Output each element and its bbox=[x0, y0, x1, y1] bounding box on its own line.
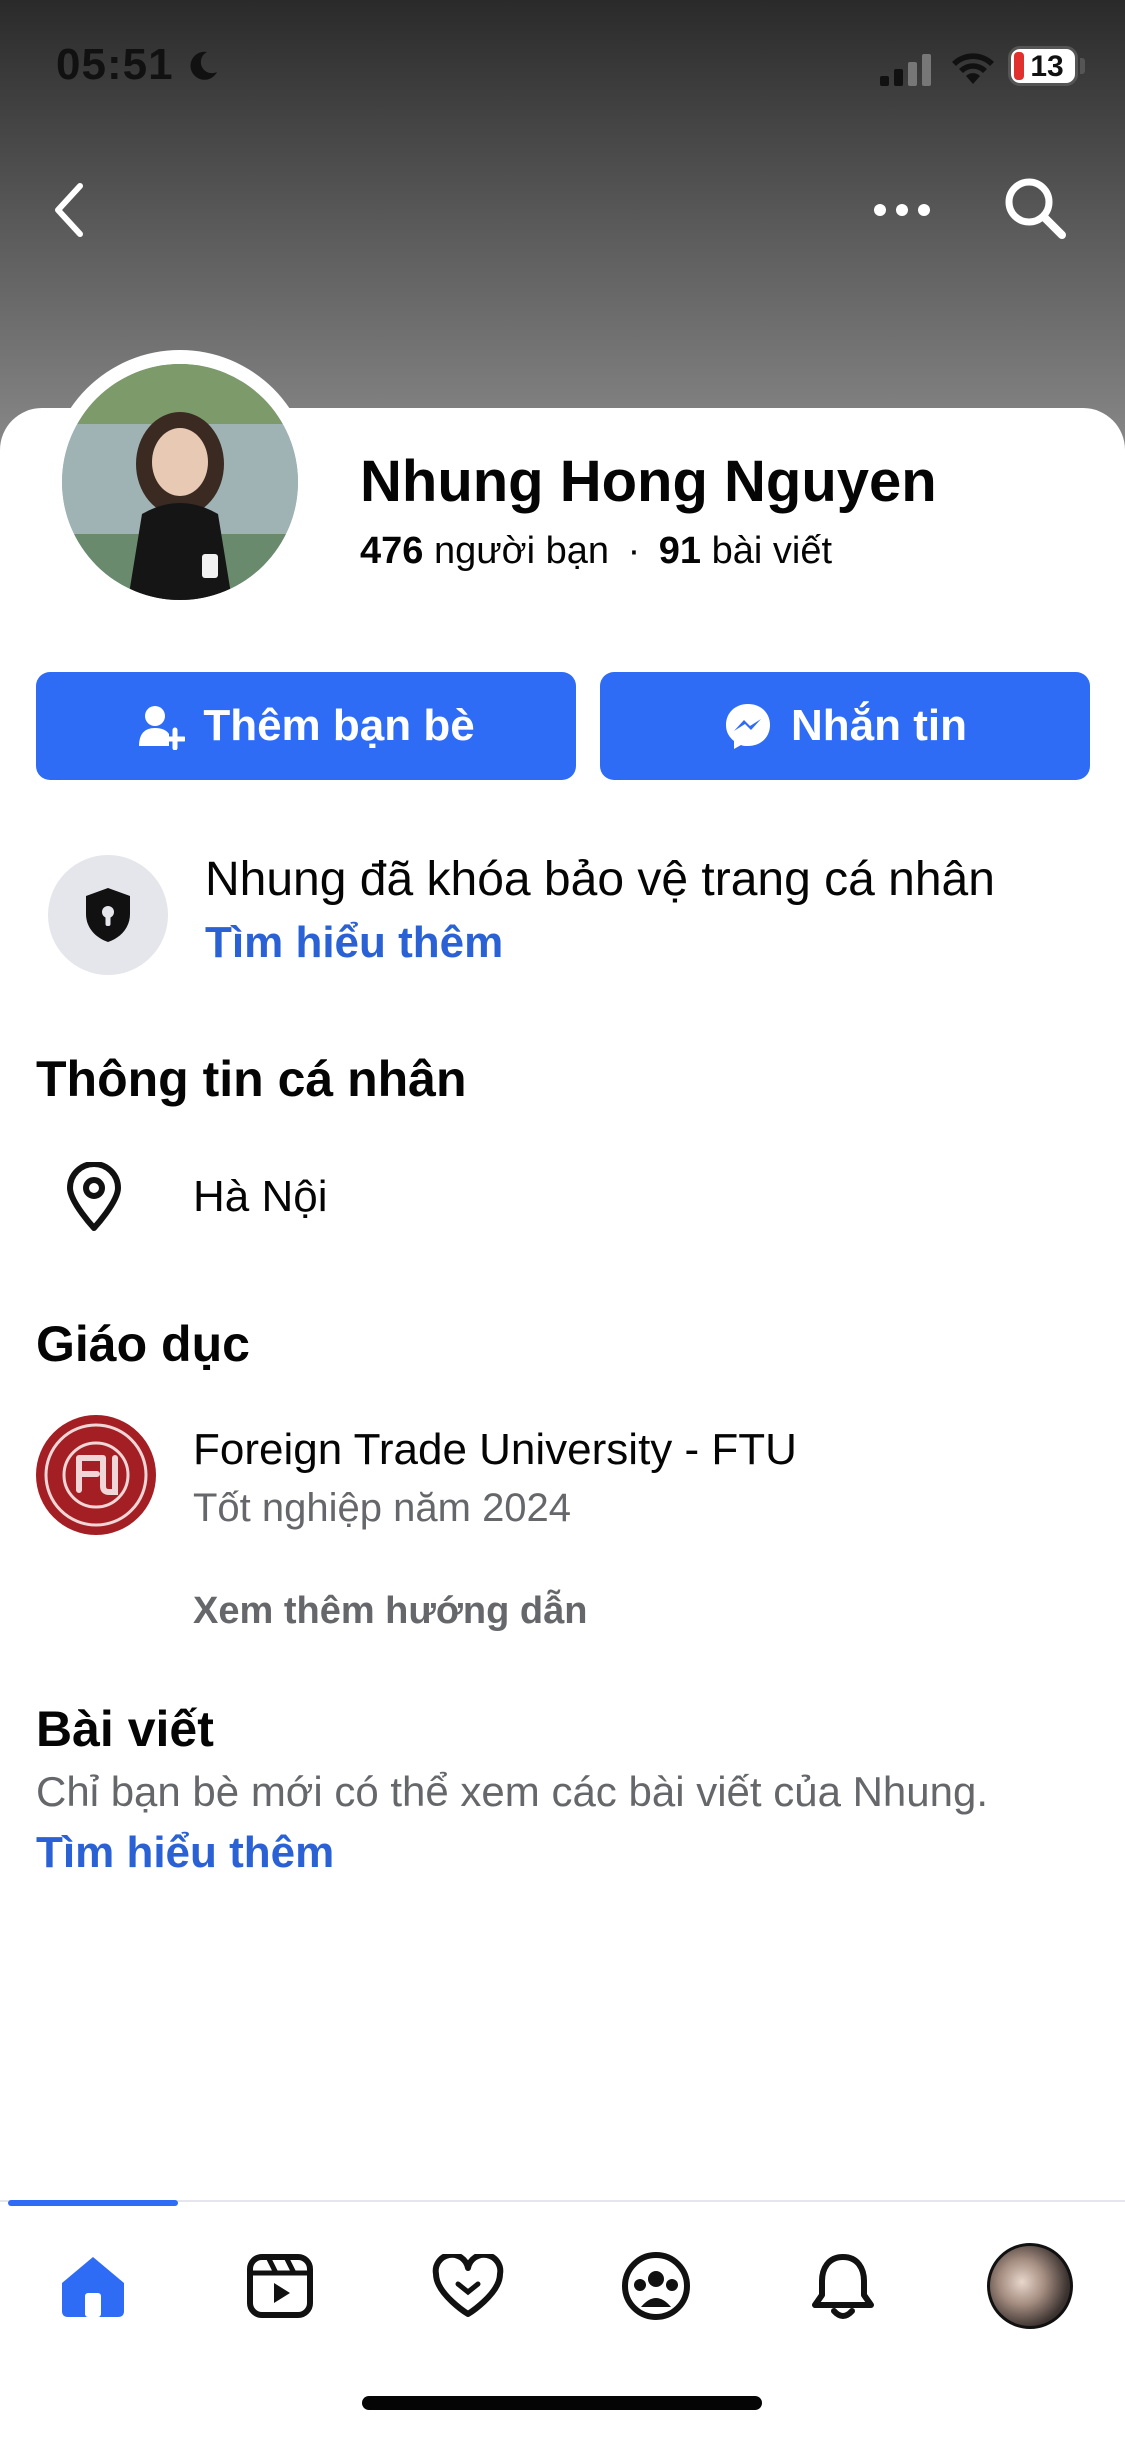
battery-icon: 13 bbox=[1008, 46, 1078, 86]
location-pin-icon bbox=[67, 1162, 121, 1231]
search-icon bbox=[1005, 178, 1066, 239]
groups-icon bbox=[622, 2252, 690, 2320]
friends-count: 476 bbox=[360, 530, 424, 572]
home-indicator bbox=[362, 2396, 762, 2410]
tab-video[interactable] bbox=[230, 2236, 330, 2336]
video-icon bbox=[247, 2254, 313, 2318]
tab-home[interactable] bbox=[43, 2236, 143, 2336]
posts-privacy-text: Chỉ bạn bè mới có thể xem các bài viết c… bbox=[36, 1768, 989, 1815]
wifi-icon bbox=[952, 53, 994, 84]
status-time: 05:51 bbox=[56, 40, 174, 89]
message-label: Nhắn tin bbox=[791, 701, 967, 750]
friends-label: người bạn bbox=[433, 530, 609, 572]
lock-notice-text: Nhung đã khóa bảo vệ trang cá nhân bbox=[205, 853, 995, 906]
tab-groups[interactable] bbox=[606, 2236, 706, 2336]
signal-icon bbox=[880, 54, 931, 86]
profile-name: Nhung Hong Nguyen bbox=[360, 449, 937, 514]
stats-separator: · bbox=[627, 530, 641, 572]
education-heading: Giáo dục bbox=[36, 1316, 250, 1372]
bell-icon bbox=[812, 2254, 874, 2319]
school-name[interactable]: Foreign Trade University - FTU bbox=[193, 1425, 797, 1475]
moon-icon bbox=[190, 51, 217, 80]
battery-level: 13 bbox=[1030, 50, 1064, 83]
add-friend-label: Thêm bạn bè bbox=[203, 701, 475, 750]
search-button[interactable] bbox=[995, 168, 1075, 248]
dating-heart-icon bbox=[432, 2254, 504, 2317]
active-tab-indicator bbox=[8, 2200, 178, 2206]
avatar-photo bbox=[62, 364, 298, 600]
posts-count: 91 bbox=[658, 530, 702, 572]
messenger-icon bbox=[726, 704, 770, 749]
message-button[interactable]: Nhắn tin bbox=[600, 672, 1090, 780]
school-logo bbox=[36, 1415, 156, 1535]
more-dots-icon bbox=[874, 204, 930, 216]
personal-info-heading: Thông tin cá nhân bbox=[36, 1051, 467, 1107]
shield-lock-icon bbox=[86, 888, 130, 942]
posts-heading: Bài viết bbox=[36, 1701, 214, 1757]
avatar[interactable] bbox=[62, 364, 298, 600]
profile-avatar bbox=[987, 2243, 1073, 2329]
back-button[interactable] bbox=[30, 170, 110, 250]
graduation-year: Tốt nghiệp năm 2024 bbox=[193, 1486, 572, 1530]
posts-label: bài viết bbox=[711, 530, 833, 572]
add-friend-icon bbox=[139, 706, 186, 750]
more-options-button[interactable] bbox=[862, 170, 942, 250]
shield-lock-badge bbox=[48, 855, 168, 975]
see-more-guidance-link[interactable]: Xem thêm hướng dẫn bbox=[193, 1590, 587, 1633]
tab-notifications[interactable] bbox=[793, 2236, 893, 2336]
home-icon bbox=[62, 2257, 124, 2317]
tab-dating[interactable] bbox=[418, 2236, 518, 2336]
location-text: Hà Nội bbox=[193, 1172, 328, 1221]
lock-learn-more-link[interactable]: Tìm hiểu thêm bbox=[205, 918, 503, 968]
ftu-logo-icon bbox=[44, 1423, 148, 1527]
tab-profile[interactable] bbox=[980, 2236, 1080, 2336]
add-friend-button[interactable]: Thêm bạn bè bbox=[36, 672, 576, 780]
profile-stats: 476 người bạn · 91 bài viết bbox=[360, 530, 832, 573]
battery-cap bbox=[1080, 58, 1085, 74]
posts-learn-more-link[interactable]: Tìm hiểu thêm bbox=[36, 1828, 334, 1878]
chevron-left-icon bbox=[55, 183, 83, 237]
